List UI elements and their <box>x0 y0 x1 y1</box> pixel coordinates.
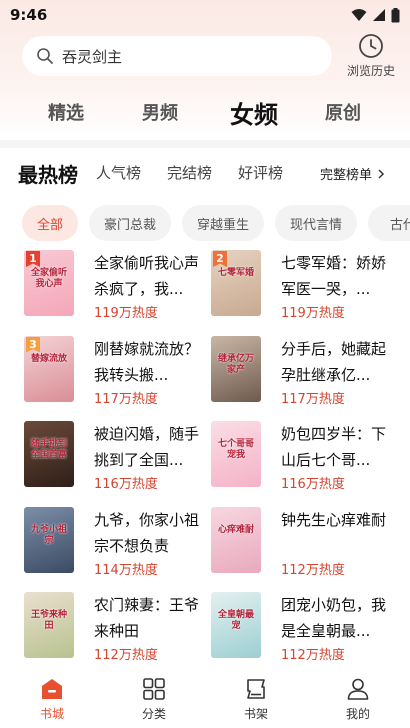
tab-male[interactable]: 男频 <box>142 90 178 134</box>
tab-original[interactable]: 原创 <box>325 90 361 134</box>
rank-tab-completed[interactable]: 完结榜 <box>167 162 212 183</box>
full-ranking-link[interactable]: 完整榜单 <box>320 164 387 183</box>
search-icon <box>37 48 53 64</box>
grid-icon <box>143 678 165 700</box>
history-label: 浏览历史 <box>346 64 395 78</box>
book-title: 奶包四岁半：下山后七个哥... <box>281 425 387 469</box>
book-heat: 119万热度 <box>281 306 345 321</box>
nav-bookstore-label: 书城 <box>39 707 64 721</box>
book-heat: 117万热度 <box>94 391 158 407</box>
book-cover-text: 替嫁流放 <box>30 353 67 364</box>
book-heat: 112万热度 <box>281 648 345 663</box>
book-card[interactable]: 全皇朝最宠 团宠小奶包，我是全皇朝最... 112万热度 <box>211 592 401 670</box>
book-title: 全家偷听我心声杀疯了，我... <box>94 254 200 298</box>
bottom-nav: 书城 分类 书架 我的 <box>0 676 410 728</box>
book-heat: 116万热度 <box>281 477 345 492</box>
rank-tab-rated[interactable]: 好评榜 <box>238 162 283 183</box>
book-cover-image: 替嫁流放 3 <box>24 335 74 402</box>
tab-featured[interactable]: 精选 <box>48 90 84 134</box>
chip-rebirth[interactable]: 穿越重生 <box>182 205 264 241</box>
book-heat: 116万热度 <box>94 477 158 492</box>
book-card[interactable]: 随手挑到全国首富 被迫闪婚，随手挑到了全国... 116万热度 <box>24 421 214 499</box>
book-heat: 112万热度 <box>281 562 345 578</box>
book-card[interactable]: 七零军婚 2 七零军婚：娇娇军医一哭，... 119万热度 <box>211 250 401 328</box>
book-card[interactable]: 继承亿万家产 分手后，她藏起孕肚继承亿... 117万热度 <box>211 335 401 414</box>
book-card[interactable]: 心痒难耐 钟先生心痒难耐 112万热度 <box>211 506 401 585</box>
bookshelf-icon <box>247 679 265 699</box>
status-bar: 9:46 <box>0 0 410 30</box>
rank-tab-hottest[interactable]: 最热榜 <box>18 159 78 188</box>
book-cover-text: 全皇朝最宠 <box>217 610 254 631</box>
book-cover-image: 九爷小祖宗 <box>24 506 74 573</box>
book-title: 九爷，你家小祖宗不想负责 <box>94 510 200 555</box>
book-heat: 114万热度 <box>94 562 158 578</box>
book-card[interactable]: 全家偷听我心声 1 全家偷听我心声杀疯了，我... 119万热度 <box>24 250 214 328</box>
book-cover-image: 继承亿万家产 <box>211 335 261 402</box>
book-title: 团宠小奶包，我是全皇朝最... <box>281 596 387 640</box>
book-card[interactable]: 九爷小祖宗 九爷，你家小祖宗不想负责 114万热度 <box>24 506 214 585</box>
search-placeholder: 吞灵剑主 <box>62 47 123 66</box>
status-time: 9:46 <box>10 6 48 24</box>
book-cover-text: 全家偷听我心声 <box>30 268 67 289</box>
chip-ceo[interactable]: 豪门总裁 <box>89 205 171 241</box>
book-heat: 119万热度 <box>94 306 158 321</box>
book-cover-text: 心痒难耐 <box>217 524 254 535</box>
cellular-icon <box>373 9 385 21</box>
main-tabs: 精选 男频 女频 原创 <box>0 90 410 134</box>
nav-category-label: 分类 <box>141 707 166 721</box>
chip-ancient[interactable]: 古代 <box>368 205 410 241</box>
book-cover-image: 心痒难耐 <box>211 506 261 573</box>
nav-bookshelf[interactable]: 书架 <box>226 676 286 728</box>
full-ranking-label: 完整榜单 <box>320 168 373 183</box>
book-cover-image: 全家偷听我心声 1 <box>24 250 74 316</box>
clock-icon <box>359 34 383 58</box>
search-input[interactable]: 吞灵剑主 <box>22 36 332 76</box>
rank-badge: 2 <box>213 251 227 267</box>
battery-icon <box>391 7 400 22</box>
book-cover-image: 七零军婚 2 <box>211 250 261 316</box>
book-title: 分手后，她藏起孕肚继承亿... <box>281 339 387 384</box>
book-title: 刚替嫁就流放？我转头搬... <box>94 339 200 384</box>
rank-badge: 3 <box>26 336 40 353</box>
book-cover-text: 九爷小祖宗 <box>30 524 67 546</box>
book-title: 被迫闪婚，随手挑到了全国... <box>94 425 200 469</box>
book-cover-image: 随手挑到全国首富 <box>24 421 74 487</box>
book-card[interactable]: 替嫁流放 3 刚替嫁就流放？我转头搬... 117万热度 <box>24 335 214 414</box>
bookstore-icon <box>42 679 62 699</box>
rank-badge: 1 <box>26 251 40 267</box>
book-title: 农门辣妻：王爷来种田 <box>94 596 200 640</box>
chevron-right-icon <box>378 168 385 179</box>
tab-female[interactable]: 女频 <box>230 90 278 134</box>
nav-category[interactable]: 分类 <box>124 676 184 728</box>
rank-tabs: 最热榜 人气榜 完结榜 好评榜 完整榜单 <box>0 150 410 198</box>
book-cover-text: 王爷来种田 <box>30 610 67 631</box>
nav-bookshelf-label: 书架 <box>243 707 268 721</box>
user-icon <box>347 678 369 700</box>
book-cover-text: 随手挑到全国首富 <box>30 439 67 460</box>
book-cover-image: 七个哥哥宠我 <box>211 421 261 487</box>
book-cover-text: 继承亿万家产 <box>217 353 254 375</box>
nav-profile-label: 我的 <box>345 707 370 721</box>
book-card[interactable]: 王爷来种田 农门辣妻：王爷来种田 112万热度 <box>24 592 214 670</box>
book-cover-text: 七零军婚 <box>217 268 254 278</box>
nav-profile[interactable]: 我的 <box>328 676 388 728</box>
book-cover-image: 王爷来种田 <box>24 592 74 658</box>
book-cover-image: 全皇朝最宠 <box>211 592 261 658</box>
book-card[interactable]: 七个哥哥宠我 奶包四岁半：下山后七个哥... 116万热度 <box>211 421 401 499</box>
category-chips: 全部 豪门总裁 穿越重生 现代言情 古代 <box>0 205 410 243</box>
chip-modern[interactable]: 现代言情 <box>275 205 357 241</box>
status-icons <box>351 7 400 23</box>
book-cover-text: 七个哥哥宠我 <box>217 439 254 460</box>
history-button[interactable]: 浏览历史 <box>338 33 404 81</box>
chip-all[interactable]: 全部 <box>22 205 78 241</box>
nav-bookstore[interactable]: 书城 <box>22 676 82 728</box>
section-divider <box>0 140 410 148</box>
rank-tab-popular[interactable]: 人气榜 <box>96 162 141 183</box>
book-title: 七零军婚：娇娇军医一哭，... <box>281 254 387 298</box>
book-title: 钟先生心痒难耐 <box>281 510 387 529</box>
book-heat: 117万热度 <box>281 391 345 407</box>
book-heat: 112万热度 <box>94 648 158 663</box>
wifi-icon <box>351 9 367 21</box>
search-row: 吞灵剑主 浏览历史 <box>0 33 410 81</box>
